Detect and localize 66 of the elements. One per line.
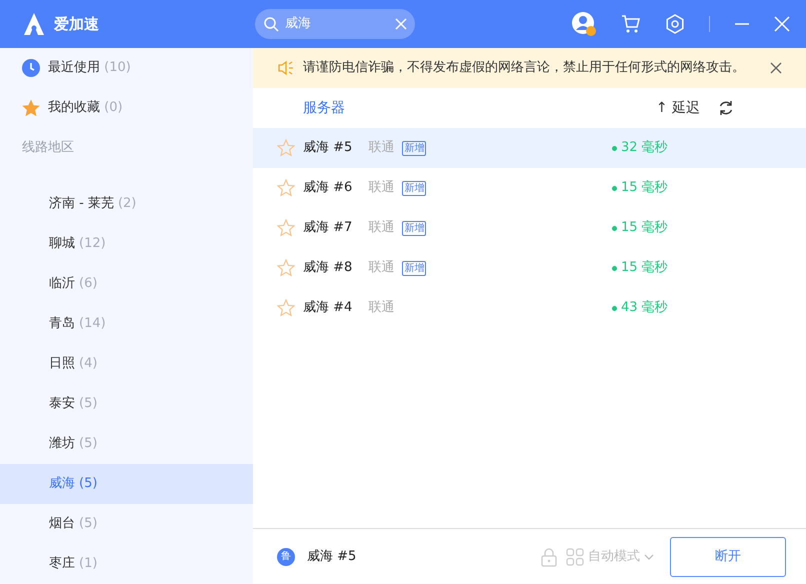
- region-item[interactable]: 聊城 (12): [0, 224, 253, 264]
- app-name: 爱加速: [54, 14, 99, 35]
- region-badge: 鲁: [277, 548, 295, 566]
- clear-icon[interactable]: [395, 18, 407, 30]
- region-item[interactable]: 济南 - 莱芜 (2): [0, 184, 253, 224]
- notice-text: 请谨防电信诈骗，不得发布虚假的网络言论，禁止用于任何形式的网络攻击。: [303, 59, 745, 78]
- latency-text: 15 毫秒: [621, 259, 668, 278]
- status-dot-icon: [612, 266, 617, 270]
- disconnect-button[interactable]: 断开: [670, 536, 786, 576]
- latency-text: 43 毫秒: [621, 299, 668, 318]
- server-name: 威海 #8: [303, 259, 352, 278]
- region-item[interactable]: 日照 (4): [0, 344, 253, 384]
- section-title: 线路地区: [21, 139, 75, 158]
- star-icon[interactable]: [277, 299, 295, 317]
- latency-text: 15 毫秒: [621, 219, 668, 238]
- logo-icon: [22, 12, 46, 36]
- server-row[interactable]: 威海 #7 联通 新增 15 毫秒: [253, 208, 806, 248]
- status-dot-icon: [612, 186, 617, 190]
- new-tag: 新增: [402, 180, 426, 196]
- sidebar-item[interactable]: 我的收藏 (0): [0, 88, 253, 128]
- caret-icon: [644, 554, 654, 560]
- close-icon[interactable]: [770, 62, 782, 74]
- column-header[interactable]: 服务器: [303, 98, 345, 118]
- sidebar-item[interactable]: 最近使用 (10): [0, 48, 253, 88]
- new-tag: 新增: [402, 260, 426, 276]
- clock-icon: [22, 59, 40, 77]
- status-dot-icon: [612, 146, 617, 150]
- server-name: 威海 #5: [303, 139, 352, 158]
- isp-label: 联通: [368, 219, 394, 238]
- refresh-icon[interactable]: [718, 100, 734, 116]
- grid-icon: [566, 548, 584, 566]
- server-row[interactable]: 威海 #6 联通 新增 15 毫秒: [253, 168, 806, 208]
- star-icon[interactable]: [277, 259, 295, 277]
- isp-label: 联通: [368, 259, 394, 278]
- server-row[interactable]: 威海 #5 联通 新增 32 毫秒: [253, 128, 806, 168]
- new-tag: 新增: [402, 140, 426, 156]
- server-name: 威海 #7: [303, 219, 352, 238]
- star-icon[interactable]: [277, 219, 295, 237]
- latency-text: 32 毫秒: [621, 139, 668, 158]
- region-item[interactable]: 枣庄 (1): [0, 544, 253, 584]
- search-icon: [263, 16, 279, 32]
- user-avatar-icon[interactable]: [571, 11, 597, 37]
- server-row[interactable]: 威海 #4 联通 43 毫秒: [253, 288, 806, 328]
- isp-label: 联通: [368, 179, 394, 198]
- status-dot-icon: [612, 226, 617, 230]
- star-icon[interactable]: [277, 179, 295, 197]
- server-name: 威海 #6: [303, 179, 352, 198]
- star-icon: [22, 99, 40, 117]
- star-icon[interactable]: [277, 139, 295, 157]
- current-server: 威海 #5: [307, 548, 356, 566]
- region-item[interactable]: 潍坊 (5): [0, 424, 253, 464]
- region-item[interactable]: 烟台 (5): [0, 504, 253, 544]
- status-dot-icon: [612, 306, 617, 310]
- new-tag: 新增: [402, 220, 426, 236]
- speaker-icon: [277, 60, 295, 76]
- cart-icon[interactable]: [621, 14, 641, 34]
- region-item[interactable]: 泰安 (5): [0, 384, 253, 424]
- column-header[interactable]: ↑ 延迟: [656, 98, 700, 118]
- server-row[interactable]: 威海 #8 联通 新增 15 毫秒: [253, 248, 806, 288]
- latency-text: 15 毫秒: [621, 179, 668, 198]
- isp-label: 联通: [368, 139, 394, 158]
- region-item[interactable]: 青岛 (14): [0, 304, 253, 344]
- server-name: 威海 #4: [303, 299, 352, 318]
- isp-label: 联通: [368, 299, 394, 318]
- settings-icon[interactable]: [665, 14, 685, 34]
- region-item[interactable]: 临沂 (6): [0, 264, 253, 304]
